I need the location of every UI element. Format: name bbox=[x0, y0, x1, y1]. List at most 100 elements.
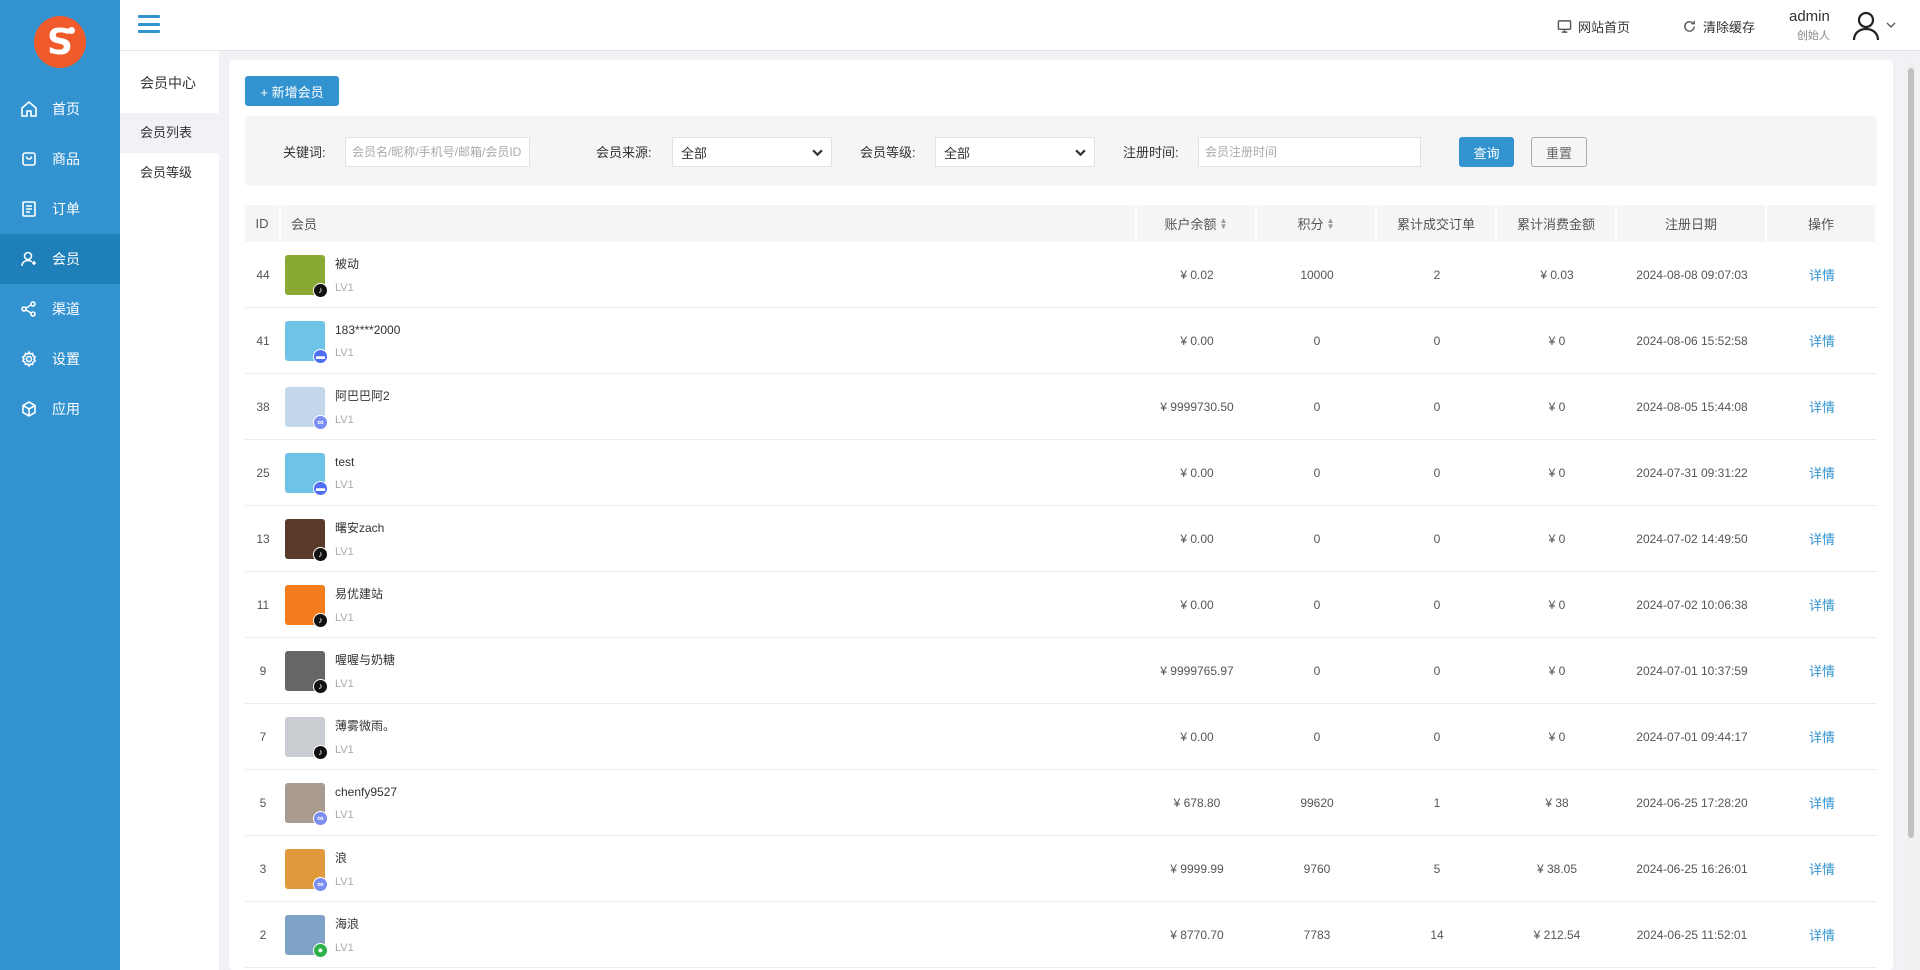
member-balance: ¥ 9999.99 bbox=[1170, 861, 1224, 876]
sort-icon[interactable]: ▲ ▼ bbox=[1220, 216, 1228, 230]
sidebar-item-2[interactable]: 订单 bbox=[0, 184, 120, 234]
main-nav: 首页商品 订单会员渠道设置 应用 bbox=[0, 84, 120, 434]
member-points: 0 bbox=[1313, 399, 1321, 414]
member-reg-date: 2024-08-05 15:44:08 bbox=[1636, 399, 1748, 414]
table-row: 44 ♪ 被动 LV1 ¥ 0.02 10000 2 ¥ 0.03 2024-08-08 09:… bbox=[245, 242, 1877, 308]
sub-nav-item-1[interactable]: 会员等级 bbox=[120, 153, 219, 193]
sidebar-item-3[interactable]: 会员 bbox=[0, 234, 120, 284]
add-member-button[interactable]: + 新增会员 bbox=[245, 76, 339, 106]
clear-cache-link[interactable]: 清除缓存 bbox=[1682, 17, 1755, 36]
detail-link[interactable]: 详情 bbox=[1809, 529, 1835, 548]
member-cell: ♪ 曙安zach LV1 bbox=[281, 506, 1137, 571]
member-name: 被动 bbox=[335, 257, 360, 271]
member-level: LV1 bbox=[335, 546, 354, 558]
column-header-label: 累计消费金额 bbox=[1516, 217, 1595, 232]
detail-link[interactable]: 详情 bbox=[1809, 661, 1835, 680]
detail-link[interactable]: 详情 bbox=[1809, 331, 1835, 350]
column-header-6: 注册日期 bbox=[1617, 205, 1767, 242]
detail-link[interactable]: 详情 bbox=[1809, 463, 1835, 482]
douyin-source-icon: ♪ bbox=[313, 744, 328, 760]
reset-button[interactable]: 重置 bbox=[1531, 137, 1587, 167]
member-cell: ∞ chenfy9527 LV1 bbox=[281, 770, 1137, 835]
member-name: 喔喔与奶糖 bbox=[335, 653, 396, 667]
source-value: 全部 bbox=[681, 145, 708, 161]
member-points: 0 bbox=[1313, 663, 1321, 678]
sort-icon[interactable]: ▲ ▼ bbox=[1327, 216, 1335, 230]
detail-link[interactable]: 详情 bbox=[1809, 397, 1835, 416]
member-spend: ¥ 0 bbox=[1548, 729, 1566, 744]
source-select[interactable]: 全部 bbox=[672, 137, 832, 167]
sidebar-item-label: 渠道 bbox=[52, 301, 80, 317]
member-reg-date: 2024-07-01 10:37:59 bbox=[1636, 663, 1748, 678]
column-header-3[interactable]: 积分 ▲ ▼ bbox=[1257, 205, 1377, 242]
table-row: 3 ∞ 浪 LV1 ¥ 9999.99 9760 5 ¥ 38.05 2024-06-25 16… bbox=[245, 836, 1877, 902]
member-spend: ¥ 0 bbox=[1548, 663, 1566, 678]
operation-cell: 详情 bbox=[1767, 704, 1877, 769]
column-header-label: 积分 bbox=[1297, 217, 1324, 232]
member-cell: ♪ 被动 LV1 bbox=[281, 242, 1137, 307]
member-level: LV1 bbox=[335, 346, 354, 359]
user-avatar-icon[interactable] bbox=[1852, 11, 1880, 41]
member-name: 阿巴巴阿2 bbox=[335, 389, 390, 403]
regtime-input[interactable] bbox=[1198, 137, 1421, 167]
detail-link[interactable]: 详情 bbox=[1809, 925, 1835, 944]
sidebar-item-5[interactable]: 设置 bbox=[0, 334, 120, 384]
operation-cell: 详情 bbox=[1767, 374, 1877, 439]
member-balance: ¥ 9999730.50 bbox=[1160, 399, 1234, 414]
level-select[interactable]: 全部 bbox=[935, 137, 1095, 167]
clear-cache-label: 清除缓存 bbox=[1703, 20, 1756, 35]
sidebar-item-0[interactable]: 首页 bbox=[0, 84, 120, 134]
member-points: 0 bbox=[1313, 597, 1321, 612]
sub-nav-item-0[interactable]: 会员列表 bbox=[120, 113, 219, 153]
app-logo[interactable]: S bbox=[34, 16, 86, 68]
menu-toggle-icon[interactable] bbox=[138, 15, 160, 33]
member-orders: 2 bbox=[1433, 267, 1441, 282]
member-level: LV1 bbox=[335, 808, 354, 821]
douyin-source-icon: ♪ bbox=[313, 546, 328, 562]
share-nodes-icon bbox=[21, 301, 36, 317]
site-home-link[interactable]: 网站首页 bbox=[1557, 17, 1630, 36]
sidebar-item-1[interactable]: 商品 bbox=[0, 134, 120, 184]
member-points: 0 bbox=[1313, 729, 1321, 744]
column-header-label: 操作 bbox=[1807, 217, 1834, 232]
sidebar-item-label: 首页 bbox=[52, 101, 80, 117]
operation-cell: 详情 bbox=[1767, 836, 1877, 901]
member-spend: ¥ 38.05 bbox=[1536, 861, 1578, 876]
regtime-label: 注册时间: bbox=[1123, 145, 1179, 160]
refresh-icon bbox=[1684, 20, 1695, 32]
user-name: admin bbox=[1789, 8, 1830, 25]
main-sidebar: S 首页商品 订单会员渠道设置 应用 bbox=[0, 0, 120, 970]
query-button[interactable]: 查询 bbox=[1459, 137, 1514, 167]
member-reg-date: 2024-07-02 10:06:38 bbox=[1636, 597, 1748, 612]
member-orders: 1 bbox=[1433, 795, 1441, 810]
sidebar-item-4[interactable]: 渠道 bbox=[0, 284, 120, 334]
table-row: 13 ♪ 曙安zach LV1 ¥ 0.00 0 0 ¥ 0 2024-07-02 14:49:… bbox=[245, 506, 1877, 572]
member-id: 25 bbox=[256, 465, 270, 480]
detail-link[interactable]: 详情 bbox=[1809, 793, 1835, 812]
detail-link[interactable]: 详情 bbox=[1809, 595, 1835, 614]
keyword-input[interactable] bbox=[345, 137, 530, 167]
detail-link[interactable]: 详情 bbox=[1809, 727, 1835, 746]
column-header-label: 会员 bbox=[291, 217, 318, 232]
scrollbar-thumb[interactable] bbox=[1908, 68, 1914, 838]
member-spend: ¥ 0 bbox=[1548, 399, 1566, 414]
shopping-bag-icon bbox=[22, 152, 36, 166]
member-orders: 5 bbox=[1433, 861, 1441, 876]
operation-cell: 详情 bbox=[1767, 572, 1877, 637]
filter-bar: 关键词: 会员来源: 全部 会员等级: 全部 注册时间: 查询 重置 bbox=[245, 116, 1877, 186]
member-cell: ♪ 薄雾微雨。 LV1 bbox=[281, 704, 1137, 769]
table-row: 41 ▬ 183****2000 LV1 ¥ 0.00 0 0 ¥ 0 2024-08-06 1… bbox=[245, 308, 1877, 374]
detail-link[interactable]: 详情 bbox=[1809, 859, 1835, 878]
member-cell: ∞ 阿巴巴阿2 LV1 bbox=[281, 374, 1137, 439]
sidebar-item-6[interactable]: 应用 bbox=[0, 384, 120, 434]
operation-cell: 详情 bbox=[1767, 902, 1877, 967]
member-name: 183****2000 bbox=[335, 322, 401, 337]
chevron-down-icon[interactable] bbox=[1886, 20, 1896, 30]
monitor-icon bbox=[1557, 20, 1572, 33]
column-header-2[interactable]: 账户余额 ▲ ▼ bbox=[1137, 205, 1257, 242]
member-level: LV1 bbox=[335, 414, 354, 426]
detail-link[interactable]: 详情 bbox=[1809, 265, 1835, 284]
user-info[interactable]: admin 创始人 bbox=[1789, 8, 1830, 43]
member-id: 3 bbox=[259, 861, 267, 876]
sidebar-item-label: 会员 bbox=[52, 251, 80, 267]
